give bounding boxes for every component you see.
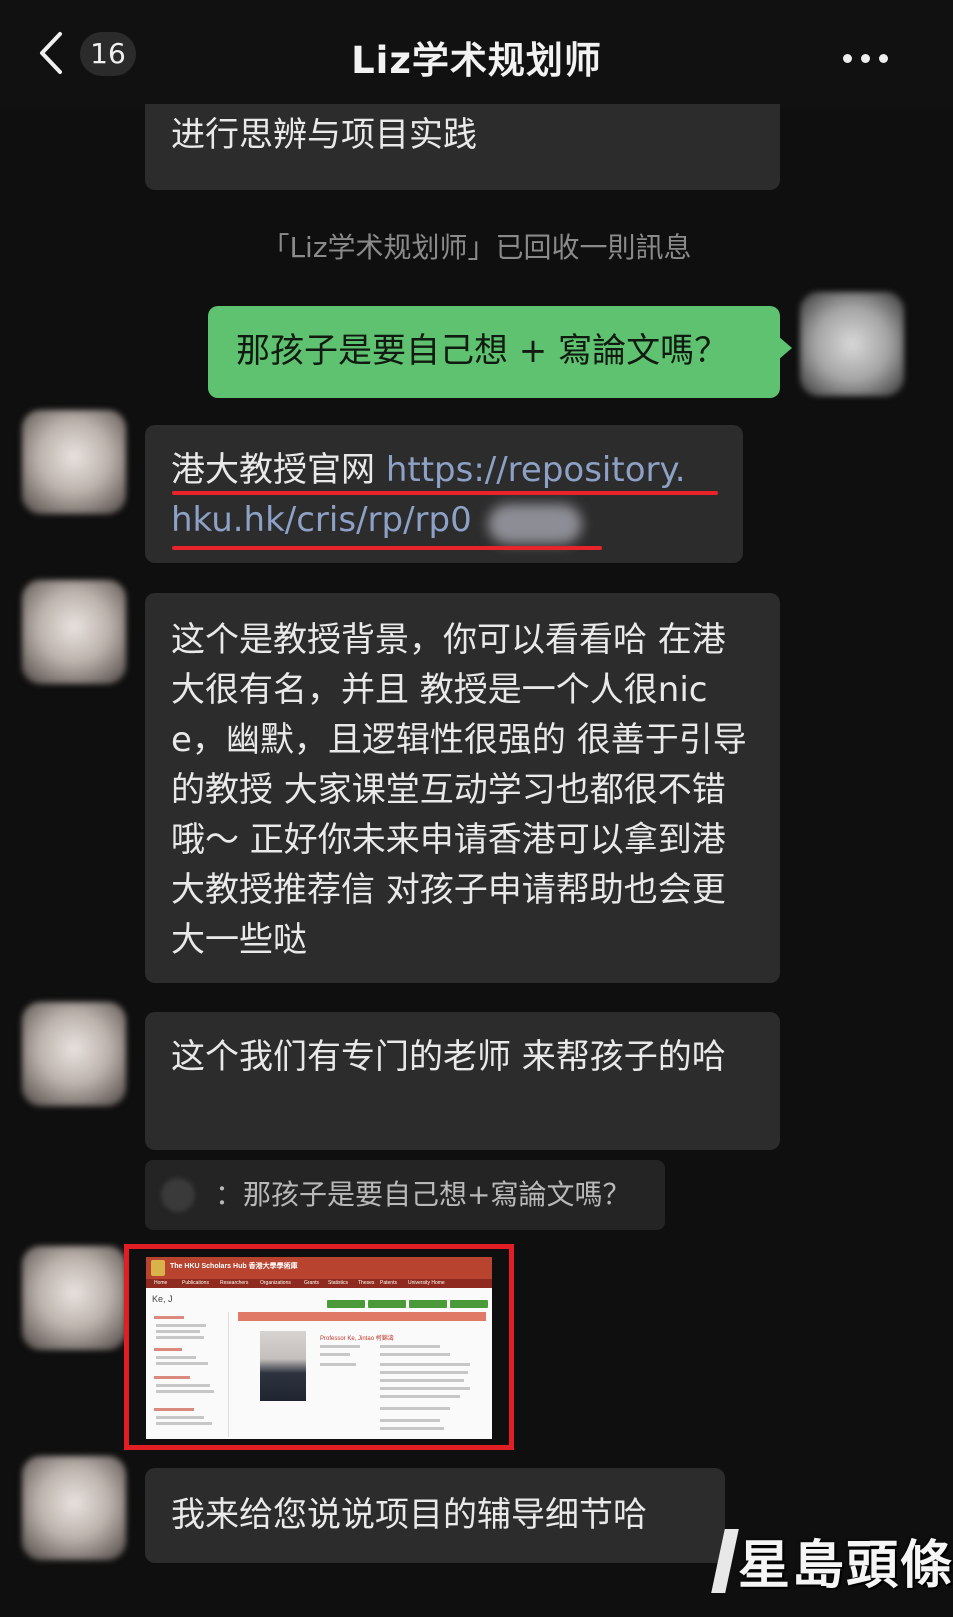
- redacted-url-blur: [488, 504, 582, 544]
- hub-nav-item: Patents: [380, 1280, 397, 1286]
- image-message[interactable]: The HKU Scholars Hub 香港大學學術庫 Home Public…: [124, 1244, 514, 1450]
- hub-sidebar: [152, 1312, 229, 1437]
- sender-avatar[interactable]: [22, 580, 126, 684]
- hub-nav-item: Statistics: [328, 1280, 349, 1286]
- link-label-text: 港大教授官网: [171, 450, 386, 490]
- hub-nav-item: Publications: [182, 1280, 209, 1286]
- hub-nav-item: University Home: [408, 1280, 445, 1286]
- partial-message-line: 进行思辨与项目实践: [171, 115, 477, 155]
- chat-title: Liz学术规划师: [351, 39, 602, 82]
- hub-info-header: [238, 1312, 486, 1321]
- hku-logo-icon: [151, 1260, 165, 1276]
- hub-action-buttons: [324, 1295, 488, 1313]
- red-underline-annotation: [172, 546, 602, 550]
- sender-avatar[interactable]: [22, 410, 126, 514]
- hub-nav-item: Home: [154, 1280, 168, 1286]
- hub-nav-item: Theses: [358, 1280, 375, 1286]
- url-link-line2[interactable]: hku.hk/cris/rp/rp0: [171, 500, 472, 540]
- quoted-message[interactable]: ：那孩子是要自己想+寫論文嗎？: [145, 1160, 665, 1230]
- more-dots-icon[interactable]: [843, 48, 913, 63]
- sender-avatar[interactable]: [22, 1456, 126, 1560]
- teacher-reply-text: 这个我们有专门的老师 来帮孩子的哈: [171, 1037, 726, 1077]
- hub-header: The HKU Scholars Hub 香港大學學術庫: [146, 1257, 492, 1279]
- recall-notice: 「Liz学术规划师」已回收一則訊息: [261, 231, 692, 264]
- last-message-bubble[interactable]: 我来给您说说项目的辅导细节哈: [145, 1468, 725, 1563]
- sender-avatar[interactable]: [22, 1002, 126, 1106]
- hub-nav: Home Publications Researchers Organizati…: [146, 1279, 492, 1288]
- quoted-message-text: ：那孩子是要自己想+寫論文嗎？: [215, 1178, 631, 1211]
- quote-avatar: [161, 1178, 195, 1212]
- watermark-text: 星島頭條: [738, 1536, 953, 1596]
- sender-avatar[interactable]: [22, 1246, 126, 1350]
- hub-nav-item: Grants: [304, 1280, 320, 1286]
- hub-nav-item: Organizations: [260, 1280, 291, 1286]
- hub-professor-title: Professor Ke, Jintao 柯錦濤: [320, 1336, 394, 1342]
- professor-intro-bubble[interactable]: 这个是教授背景，你可以看看哈 在港大很有名，并且 教授是一个人很nice，幽默，…: [145, 593, 780, 983]
- hub-person-name: Ke, J: [152, 1294, 173, 1304]
- hku-profile-screenshot: The HKU Scholars Hub 香港大學學術庫 Home Public…: [146, 1257, 492, 1439]
- professor-photo-blurred: [260, 1331, 306, 1401]
- bubble-tail-icon: [778, 336, 792, 360]
- hub-title: The HKU Scholars Hub 香港大學學術庫: [170, 1263, 298, 1270]
- hub-nav-item: Researchers: [220, 1280, 249, 1286]
- outgoing-message-bubble[interactable]: 那孩子是要自己想 + 寫論文嗎？: [208, 306, 780, 398]
- last-message-text: 我来给您说说项目的辅导细节哈: [171, 1495, 647, 1535]
- my-avatar[interactable]: [800, 292, 904, 396]
- outgoing-message-text: 那孩子是要自己想 + 寫論文嗎？: [236, 331, 729, 371]
- sing-tao-watermark: 星島頭條: [711, 1519, 952, 1601]
- url-link-line1[interactable]: https://repository.: [386, 450, 686, 490]
- red-underline-annotation: [172, 491, 718, 495]
- teacher-reply-bubble[interactable]: 这个我们有专门的老师 来帮孩子的哈: [145, 1012, 780, 1150]
- professor-intro-text: 这个是教授背景，你可以看看哈 在港大很有名，并且 教授是一个人很nice，幽默，…: [171, 620, 747, 960]
